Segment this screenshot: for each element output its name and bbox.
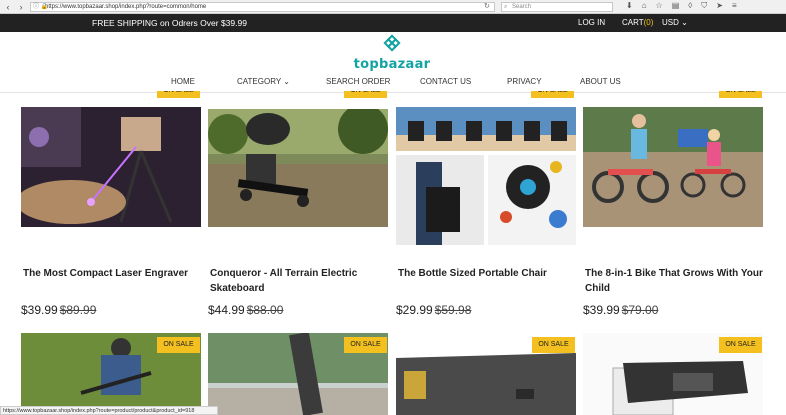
- product-price: $39.99 $89.99: [21, 303, 96, 317]
- main-navigation: HOME CATEGORY ⌄ SEARCH ORDER CONTACT US …: [0, 74, 786, 92]
- browser-status-bar: https://www.topbazaar.shop/index.php?rou…: [0, 406, 218, 415]
- portable-chair-image: [396, 107, 576, 245]
- logo-text: topbazaar: [353, 57, 431, 72]
- browser-search-input[interactable]: ⌕ Search: [501, 2, 613, 12]
- product-title[interactable]: The 8-in-1 Bike That Grows With Your Chi…: [585, 266, 763, 296]
- nav-category-label: CATEGORY: [237, 77, 282, 86]
- nav-search-order[interactable]: SEARCH ORDER: [326, 77, 390, 86]
- download-icon[interactable]: ⬇: [626, 1, 633, 11]
- old-price: $88.00: [246, 303, 284, 317]
- cart-link[interactable]: CART(0): [622, 18, 653, 27]
- search-placeholder: Search: [512, 4, 532, 10]
- back-icon[interactable]: ‹: [3, 2, 13, 12]
- forward-icon[interactable]: ›: [16, 2, 26, 12]
- product-title[interactable]: The Bottle Sized Portable Chair: [398, 266, 576, 281]
- pocket-icon[interactable]: ◊: [688, 1, 692, 11]
- send-icon[interactable]: ➤: [716, 1, 723, 11]
- chevron-down-icon: ⌄: [283, 77, 290, 86]
- current-price: $29.99: [396, 303, 433, 317]
- nav-privacy[interactable]: PRIVACY: [507, 77, 542, 86]
- current-price: $44.99: [208, 303, 245, 317]
- old-price: $79.00: [621, 303, 659, 317]
- product-price: $39.99 $79.00: [583, 303, 658, 317]
- old-price: $89.99: [59, 303, 97, 317]
- free-shipping-text: FREE SHIPPING on Odrers Over $39.99: [92, 18, 247, 28]
- product-image[interactable]: [583, 107, 763, 227]
- product-title[interactable]: Conqueror - All Terrain Electric Skatebo…: [210, 266, 388, 296]
- nav-category[interactable]: CATEGORY ⌄: [237, 77, 290, 86]
- product-price: $44.99 $88.00: [208, 303, 283, 317]
- current-price: $39.99: [583, 303, 620, 317]
- product-image[interactable]: [396, 107, 576, 245]
- site-info-icon[interactable]: ⓘ 🔒: [33, 3, 48, 12]
- current-price: $39.99: [21, 303, 58, 317]
- browser-tools: ⬇ ⌂ ☆ ▤ ◊ ⛉ ➤ ≡: [626, 1, 737, 11]
- product-image[interactable]: [208, 109, 388, 227]
- bookmark-star-icon[interactable]: ☆: [656, 1, 663, 11]
- product-title[interactable]: The Most Compact Laser Engraver: [23, 266, 201, 281]
- product-image[interactable]: [21, 107, 201, 227]
- sale-badge: ON SALE: [532, 337, 575, 353]
- site-logo[interactable]: topbazaar: [352, 34, 432, 72]
- url-bar[interactable]: ⓘ 🔒 https://www.topbazaar.shop/index.php…: [30, 2, 495, 12]
- currency-selector[interactable]: USD ⌄: [662, 18, 688, 27]
- kids-bike-image: [583, 107, 763, 227]
- library-icon[interactable]: ▤: [672, 1, 680, 11]
- nav-home[interactable]: HOME: [171, 77, 195, 86]
- currency-label: USD: [662, 18, 679, 27]
- sale-badge: ON SALE: [157, 337, 200, 353]
- nav-contact-us[interactable]: CONTACT US: [420, 77, 471, 86]
- product-price: $29.99 $59.98: [396, 303, 471, 317]
- nav-divider: [0, 92, 786, 93]
- reload-icon[interactable]: ↻: [484, 2, 490, 10]
- chevron-down-icon: ⌄: [681, 18, 688, 27]
- promo-bar: FREE SHIPPING on Odrers Over $39.99 LOG …: [0, 14, 786, 32]
- shield-icon[interactable]: ⛉: [701, 1, 707, 11]
- skateboard-image: [208, 109, 388, 227]
- url-text: https://www.topbazaar.shop/index.php?rou…: [45, 4, 207, 10]
- cart-count: (0): [643, 18, 654, 27]
- laser-engraver-image: [21, 107, 201, 227]
- cart-label: CART: [622, 18, 644, 27]
- search-icon: ⌕: [504, 4, 508, 10]
- home-icon[interactable]: ⌂: [642, 1, 647, 11]
- login-link[interactable]: LOG IN: [578, 18, 605, 27]
- nav-about-us[interactable]: ABOUT US: [580, 77, 621, 86]
- old-price: $59.98: [434, 303, 472, 317]
- sale-badge: ON SALE: [719, 337, 762, 353]
- menu-icon[interactable]: ≡: [732, 1, 737, 11]
- logo-mark-icon: [383, 34, 401, 52]
- sale-badge: ON SALE: [344, 337, 387, 353]
